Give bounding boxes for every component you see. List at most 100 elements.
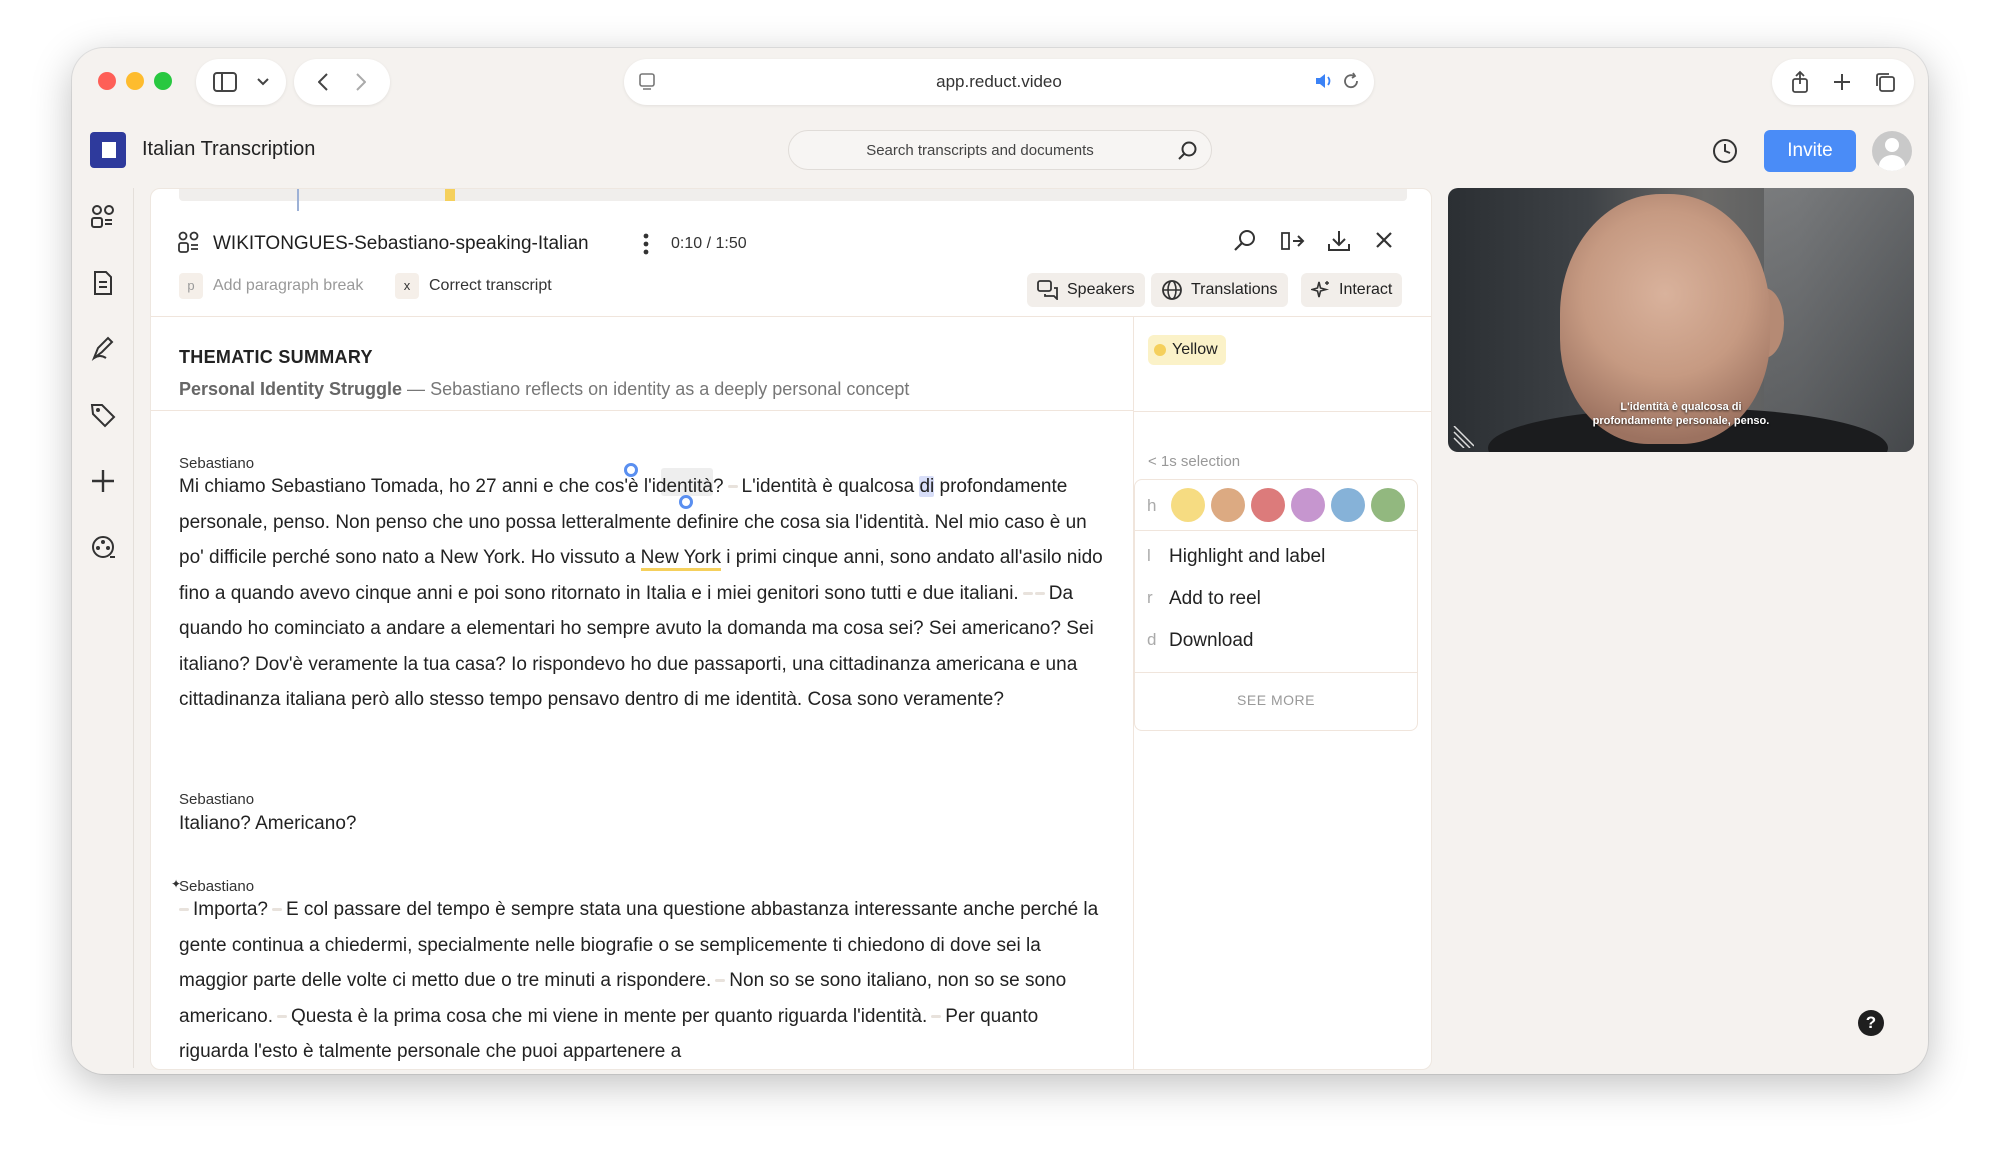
download-icon[interactable] — [1327, 229, 1351, 253]
highlight-and-label-button[interactable]: Highlight and label — [1169, 546, 1325, 568]
selected-word[interactable]: di — [919, 476, 935, 497]
highlight-tag[interactable]: Yellow — [1148, 335, 1226, 365]
forward-icon[interactable] — [356, 73, 366, 91]
add-nav-button[interactable] — [86, 464, 120, 498]
address-bar[interactable]: app.reduct.video — [624, 59, 1374, 105]
paragraph-shortcut-key: p — [179, 273, 203, 299]
pause-marker — [277, 1014, 287, 1018]
see-more-button[interactable]: SEE MORE — [1135, 692, 1417, 708]
divider — [1135, 530, 1417, 531]
more-options-icon[interactable] — [643, 233, 649, 255]
timecode: 0:10 / 1:50 — [671, 235, 747, 252]
caption-line: L'identità è qualcosa di — [1620, 401, 1742, 413]
clock-icon[interactable] — [1712, 138, 1738, 164]
sidebar-icon — [213, 72, 237, 92]
tab-overview-icon[interactable] — [1874, 71, 1896, 93]
yellow-dot — [1154, 344, 1166, 356]
translations-button[interactable]: Translations — [1151, 273, 1288, 307]
transcript-paragraph[interactable]: Italiano? Americano? — [179, 806, 1109, 842]
zoom-window-button[interactable] — [154, 72, 172, 90]
color-swatch-yellow[interactable] — [1171, 488, 1205, 522]
selection-end-handle[interactable] — [679, 495, 693, 509]
document-tools — [1233, 229, 1395, 253]
pause-marker — [179, 908, 189, 912]
help-button[interactable]: ? — [1858, 1010, 1884, 1036]
color-swatch-orange[interactable] — [1211, 488, 1245, 522]
document-name[interactable]: WIKITONGUES-Sebastiano-speaking-Italian — [213, 233, 589, 255]
pause-marker — [271, 908, 282, 912]
highlight-tag-label: Yellow — [1172, 341, 1218, 358]
divider — [1135, 672, 1417, 673]
invite-button[interactable]: Invite — [1764, 130, 1856, 172]
selection-start-handle[interactable] — [624, 463, 638, 477]
transcript-text: Importa? — [193, 899, 268, 920]
tags-nav-button[interactable] — [86, 398, 120, 432]
back-icon[interactable] — [318, 73, 328, 91]
reload-icon[interactable] — [1342, 72, 1360, 90]
sidebar-toggle-button[interactable] — [196, 59, 286, 105]
project-title[interactable]: Italian Transcription — [142, 138, 315, 161]
thematic-summary: THEMATIC SUMMARY Personal Identity Strug… — [151, 317, 1133, 411]
transcript-paragraph[interactable]: Importa? E col passare del tempo è sempre… — [179, 892, 1109, 1069]
document-icon — [94, 271, 112, 295]
correct-shortcut-key: x — [395, 273, 419, 299]
speakers-label: Speakers — [1067, 281, 1135, 298]
tag-icon — [90, 404, 116, 428]
color-swatch-green[interactable] — [1371, 488, 1405, 522]
history-nav — [294, 59, 390, 105]
close-icon[interactable] — [1373, 229, 1395, 251]
summary-text: Sebastiano reflects on identity as a dee… — [430, 379, 910, 399]
download-button[interactable]: Download — [1169, 630, 1254, 652]
avatar[interactable] — [1872, 131, 1912, 171]
pause-marker — [715, 979, 726, 983]
video-player[interactable]: L'identità è qualcosa di profondamente p… — [1448, 188, 1914, 452]
translations-label: Translations — [1191, 281, 1278, 298]
highlighted-phrase[interactable]: New York — [640, 547, 721, 571]
globe-icon — [1162, 280, 1182, 300]
shortcut-key: r — [1147, 588, 1153, 607]
pause-marker — [1034, 591, 1045, 595]
documents-nav-button[interactable] — [86, 266, 120, 300]
speakers-icon — [178, 231, 199, 253]
reel-nav-button[interactable] — [86, 530, 120, 564]
search-icon[interactable] — [1233, 229, 1257, 253]
plus-icon — [92, 470, 114, 492]
people-icon — [91, 205, 114, 228]
new-tab-icon[interactable] — [1832, 72, 1852, 92]
window-actions — [1772, 59, 1914, 105]
edit-nav-button[interactable] — [86, 332, 120, 366]
pause-marker — [1022, 591, 1033, 595]
summary-heading: THEMATIC SUMMARY — [179, 347, 373, 367]
search-input[interactable]: Search transcripts and documents — [788, 130, 1212, 170]
highlight-color-swatches — [1171, 488, 1405, 522]
transcript-paragraph[interactable]: Mi chiamo Sebastiano Tomada, ho 27 anni … — [179, 469, 1109, 718]
resize-handle-icon[interactable] — [1452, 426, 1474, 448]
shortcut-key: l — [1147, 546, 1151, 565]
minimize-window-button[interactable] — [126, 72, 144, 90]
left-rail — [72, 188, 134, 1068]
speech-bubbles-icon — [1037, 280, 1058, 300]
sparkle-icon — [1311, 281, 1330, 298]
transcript-text: L'identità è qualcosa — [741, 476, 920, 497]
color-swatch-purple[interactable] — [1291, 488, 1325, 522]
add-to-reel-button[interactable]: Add to reel — [1169, 588, 1261, 610]
reduct-logo[interactable] — [90, 132, 126, 168]
share-icon[interactable] — [1790, 70, 1810, 94]
title-bar: app.reduct.video — [72, 48, 1928, 118]
shortcut-key: h — [1147, 496, 1157, 515]
correct-transcript-button[interactable]: Correct transcript — [429, 277, 552, 295]
interact-button[interactable]: Interact — [1301, 273, 1403, 307]
document-header: WIKITONGUES-Sebastiano-speaking-Italian … — [151, 201, 1431, 261]
export-icon[interactable] — [1279, 229, 1305, 253]
timeline-scrubber[interactable] — [179, 189, 1407, 211]
close-window-button[interactable] — [98, 72, 116, 90]
color-swatch-red[interactable] — [1251, 488, 1285, 522]
color-swatch-blue[interactable] — [1331, 488, 1365, 522]
browser-window: app.reduct.video Italian Transcription S… — [72, 48, 1928, 1074]
add-paragraph-break-button[interactable]: Add paragraph break — [213, 277, 363, 295]
speaker-icon[interactable] — [1314, 72, 1334, 90]
caption-line: profondamente personale, penso. — [1592, 415, 1770, 427]
summary-line[interactable]: Personal Identity Struggle — Sebastiano … — [179, 379, 909, 400]
speakers-nav-button[interactable] — [86, 200, 120, 234]
speakers-button[interactable]: Speakers — [1027, 273, 1145, 307]
